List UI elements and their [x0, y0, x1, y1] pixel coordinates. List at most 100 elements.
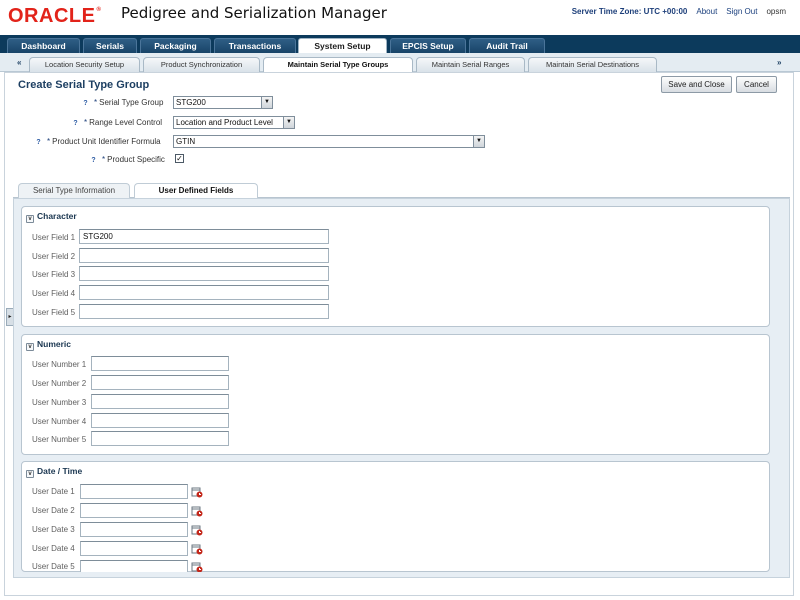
chevron-down-icon[interactable]: ▼: [283, 117, 294, 128]
product-specific-checkbox[interactable]: ✓: [175, 154, 184, 163]
required-marker: *: [47, 137, 51, 146]
section-title: Character: [37, 211, 77, 221]
serial-type-group-value: STG200: [176, 98, 206, 107]
user-field-5-label: User Field 5: [32, 308, 76, 317]
chevron-down-icon[interactable]: ▼: [473, 136, 484, 147]
calendar-icon[interactable]: [191, 486, 203, 498]
tab-packaging[interactable]: Packaging: [140, 38, 211, 53]
tab-label: EPCIS Setup: [402, 41, 454, 51]
required-marker: *: [94, 98, 98, 107]
calendar-icon[interactable]: [191, 561, 203, 572]
subtab-product-synchronization[interactable]: Product Synchronization: [143, 57, 260, 72]
subtab-location-security-setup[interactable]: Location Security Setup: [29, 57, 140, 72]
tab-epcis-setup[interactable]: EPCIS Setup: [390, 38, 466, 53]
section-title: Date / Time: [37, 466, 83, 476]
tab-transactions[interactable]: Transactions: [214, 38, 296, 53]
user-number-5-input[interactable]: [91, 431, 229, 446]
scroll-left-icon[interactable]: «: [17, 58, 21, 67]
help-icon[interactable]: ?: [89, 156, 98, 165]
subtab-label: Maintain Serial Destinations: [546, 60, 639, 69]
user-number-4-label: User Number 4: [32, 417, 87, 426]
user-field-3-label: User Field 3: [32, 270, 76, 279]
user-field-2-input[interactable]: [79, 248, 329, 263]
user-date-5-input[interactable]: [80, 560, 188, 572]
user-number-1-label: User Number 1: [32, 360, 87, 369]
character-section-header[interactable]: v Character: [26, 211, 77, 223]
section-title: Numeric: [37, 339, 72, 349]
tab-system-setup[interactable]: System Setup: [298, 38, 387, 54]
range-level-control-select[interactable]: Location and Product Level ▼: [173, 116, 295, 129]
user-field-1-input[interactable]: STG200: [79, 229, 329, 244]
user-number-3-input[interactable]: [91, 394, 229, 409]
user-date-2-input[interactable]: [80, 503, 188, 518]
collapse-icon[interactable]: v: [26, 343, 34, 351]
help-icon[interactable]: ?: [34, 138, 43, 147]
collapse-icon[interactable]: v: [26, 215, 34, 223]
calendar-icon[interactable]: [191, 524, 203, 536]
cancel-button[interactable]: Cancel: [736, 76, 777, 93]
user-field-3-input[interactable]: [79, 266, 329, 281]
user-date-1-input[interactable]: [80, 484, 188, 499]
user-number-2-label: User Number 2: [32, 379, 87, 388]
sign-out-link[interactable]: Sign Out: [726, 7, 757, 16]
user-date-4-input[interactable]: [80, 541, 188, 556]
date-time-section-header[interactable]: v Date / Time: [26, 466, 82, 478]
user-field-4-input[interactable]: [79, 285, 329, 300]
subtab-maintain-serial-type-groups[interactable]: Maintain Serial Type Groups: [263, 57, 413, 73]
subtab-maintain-serial-destinations[interactable]: Maintain Serial Destinations: [528, 57, 657, 72]
page-title: Create Serial Type Group: [18, 79, 150, 91]
scroll-right-icon[interactable]: »: [777, 58, 781, 67]
product-unit-identifier-formula-label-text: Product Unit Identifier Formula: [52, 137, 161, 146]
subtab-label: Location Security Setup: [44, 60, 125, 69]
app-header: ORACLE® Pedigree and Serialization Manag…: [0, 0, 800, 35]
range-level-control-label: * Range Level Control: [84, 118, 162, 127]
user-field-1-label: User Field 1: [32, 233, 76, 242]
chevron-down-icon[interactable]: ▼: [261, 97, 272, 108]
user-date-3-input[interactable]: [80, 522, 188, 537]
product-unit-identifier-formula-value: GTIN: [176, 137, 196, 146]
app-title: Pedigree and Serialization Manager: [121, 4, 387, 22]
calendar-icon[interactable]: [191, 505, 203, 517]
user-date-1-label: User Date 1: [32, 487, 75, 496]
tab-audit-trail[interactable]: Audit Trail: [469, 38, 545, 53]
tab-label: Serials: [96, 41, 124, 51]
user-number-5-label: User Number 5: [32, 435, 87, 444]
sub-navigation: « Location Security Setup Product Synchr…: [0, 53, 800, 73]
calendar-icon[interactable]: [191, 543, 203, 555]
oracle-logo: ORACLE®: [8, 5, 101, 28]
serial-type-group-select[interactable]: STG200 ▼: [173, 96, 273, 109]
required-marker: *: [84, 118, 88, 127]
numeric-section-header[interactable]: v Numeric: [26, 339, 71, 351]
global-links: Server Time Zone: UTC +00:00 About Sign …: [572, 7, 786, 16]
product-unit-identifier-formula-select[interactable]: GTIN ▼: [173, 135, 485, 148]
current-user: opsm: [766, 7, 786, 16]
detail-tabs: Serial Type Information User Defined Fie…: [13, 180, 790, 199]
subtab-maintain-serial-ranges[interactable]: Maintain Serial Ranges: [416, 57, 525, 72]
user-number-1-input[interactable]: [91, 356, 229, 371]
logo-text: ORACLE: [8, 5, 96, 27]
user-number-2-input[interactable]: [91, 375, 229, 390]
tab-dashboard[interactable]: Dashboard: [7, 38, 80, 53]
tab-user-defined-fields[interactable]: User Defined Fields: [134, 183, 258, 199]
tab-serial-type-information[interactable]: Serial Type Information: [18, 183, 130, 198]
product-specific-label: * Product Specific: [102, 155, 165, 164]
tab-label: Transactions: [228, 41, 282, 51]
tab-label: System Setup: [314, 41, 371, 51]
subtab-label: Product Synchronization: [160, 60, 243, 69]
save-and-close-button[interactable]: Save and Close: [661, 76, 732, 93]
collapse-icon[interactable]: v: [26, 470, 34, 478]
user-number-3-label: User Number 3: [32, 398, 87, 407]
help-icon[interactable]: ?: [81, 99, 90, 108]
tab-serials[interactable]: Serials: [83, 38, 137, 53]
subtab-label: Maintain Serial Type Groups: [287, 60, 389, 69]
date-row-5-clip: User Date 5: [21, 560, 770, 572]
user-date-5-label: User Date 5: [32, 562, 75, 571]
user-field-5-input[interactable]: [79, 304, 329, 319]
user-date-2-label: User Date 2: [32, 506, 75, 515]
server-time-zone: Server Time Zone: UTC +00:00: [571, 7, 688, 16]
help-icon[interactable]: ?: [71, 119, 80, 128]
product-specific-label-text: Product Specific: [107, 155, 165, 164]
about-link[interactable]: About: [696, 7, 717, 16]
serial-type-group-label: * Serial Type Group: [94, 98, 163, 107]
user-number-4-input[interactable]: [91, 413, 229, 428]
